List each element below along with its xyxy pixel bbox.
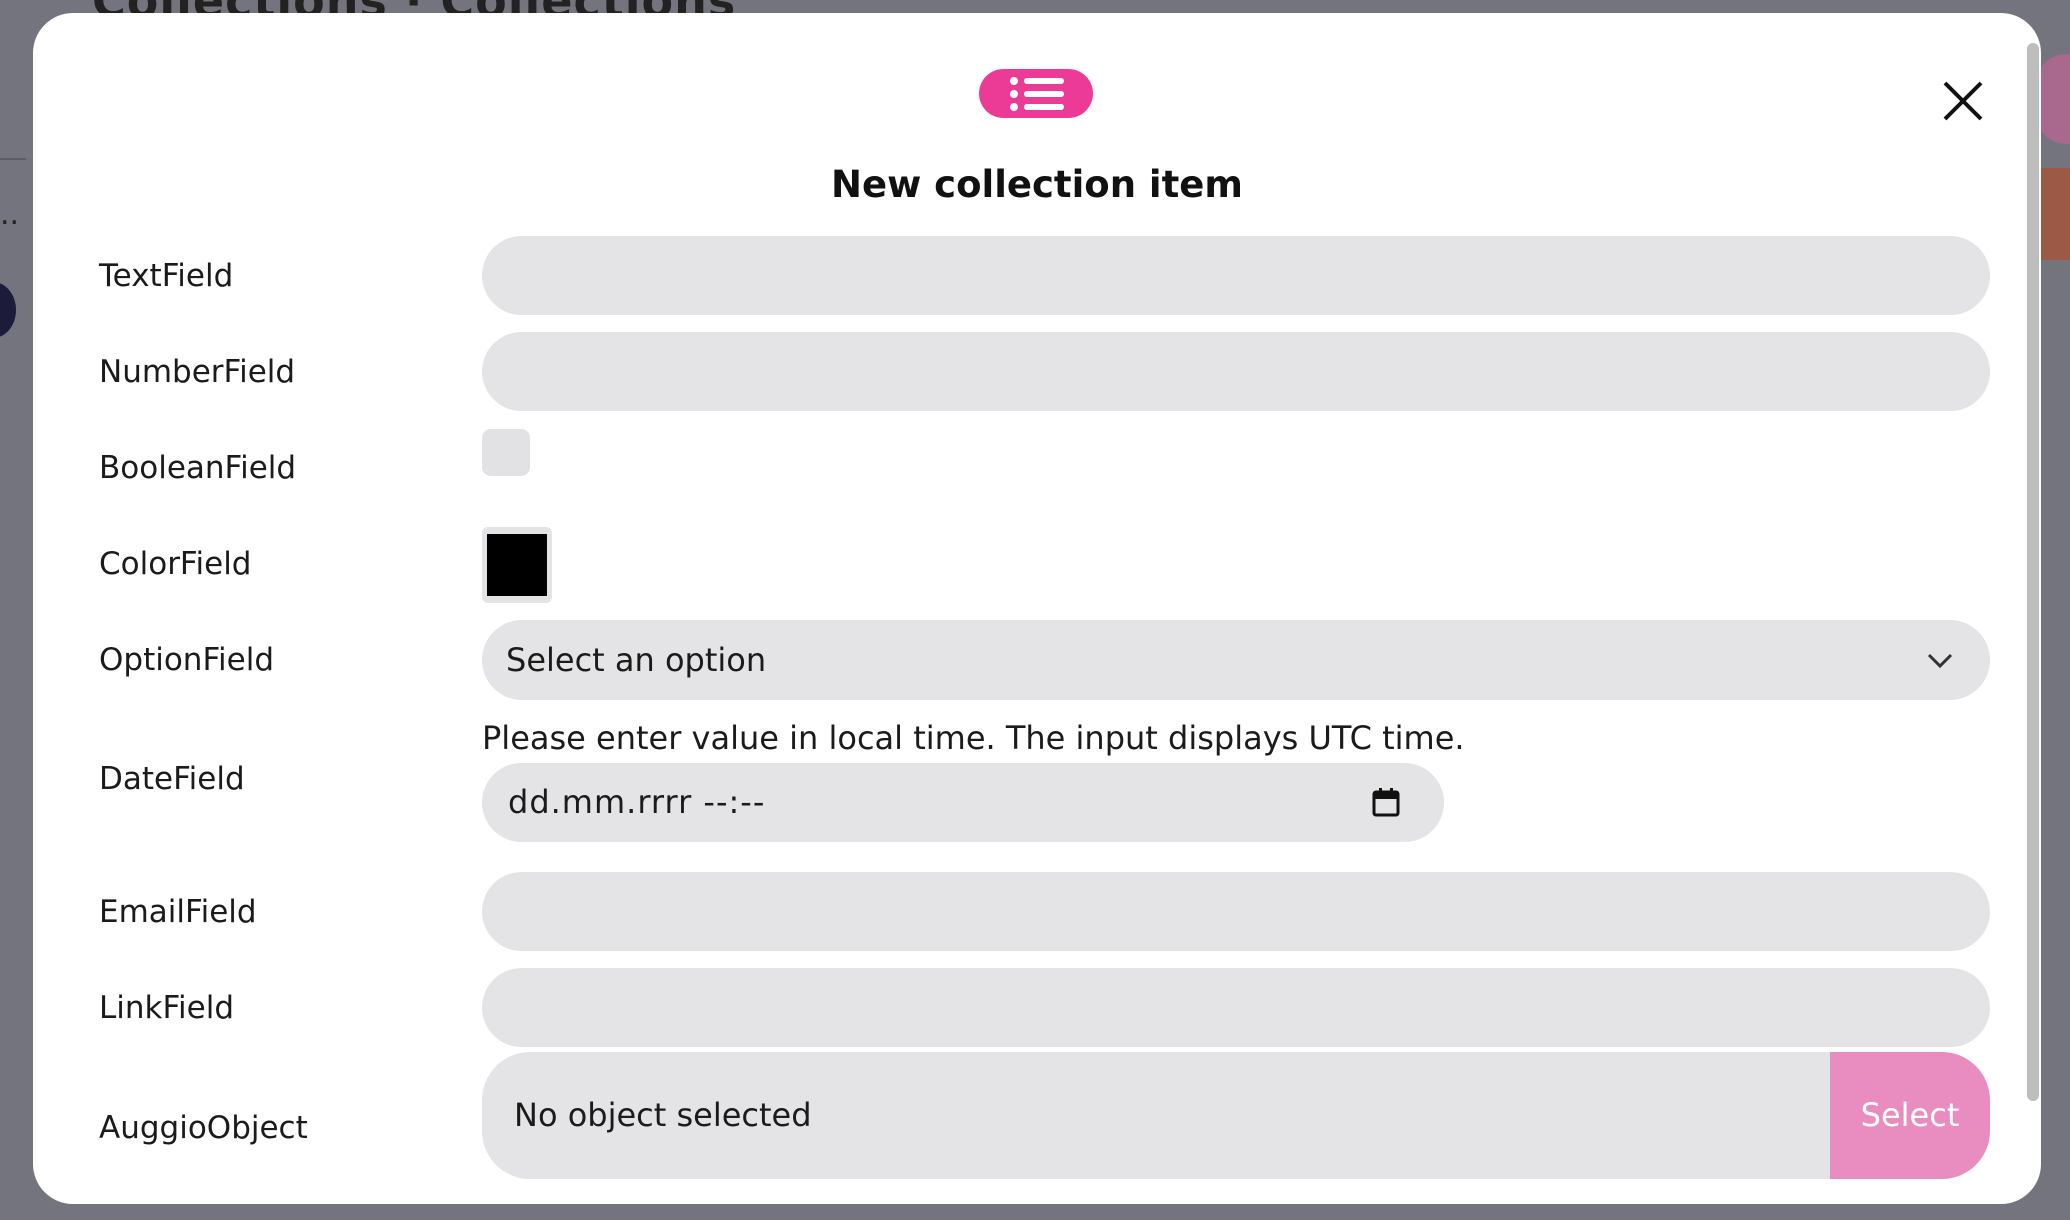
boolean-field-checkbox[interactable] bbox=[482, 429, 530, 476]
email-field-label: EmailField bbox=[99, 894, 257, 930]
option-field-label: OptionField bbox=[99, 642, 275, 678]
boolean-field-label: BooleanField bbox=[99, 450, 297, 486]
link-field-input[interactable] bbox=[482, 968, 1990, 1047]
date-field-label: DateField bbox=[99, 761, 245, 797]
date-field-hint: Please enter value in local time. The in… bbox=[482, 719, 1465, 757]
option-field-select[interactable]: Select an option bbox=[482, 620, 1990, 700]
chevron-down-icon bbox=[1927, 653, 1953, 669]
number-field-label: NumberField bbox=[99, 354, 296, 390]
text-field-label: TextField bbox=[99, 258, 234, 294]
text-field-input[interactable] bbox=[482, 236, 1990, 315]
background-overflow-marker: .. bbox=[0, 197, 20, 232]
link-field-label: LinkField bbox=[99, 990, 235, 1026]
modal-scrollbar-thumb[interactable] bbox=[2027, 43, 2039, 1101]
new-collection-item-modal: New collection item TextField NumberFiel… bbox=[33, 13, 2041, 1204]
color-field-label: ColorField bbox=[99, 546, 252, 582]
calendar-icon[interactable] bbox=[1372, 787, 1400, 817]
list-icon bbox=[979, 69, 1093, 118]
background-accent-button bbox=[2036, 54, 2070, 144]
number-field-input[interactable] bbox=[482, 332, 1990, 411]
color-field-picker[interactable] bbox=[482, 527, 552, 603]
modal-title: New collection item bbox=[831, 163, 1243, 206]
auggio-object-label: AuggioObject bbox=[99, 1110, 308, 1146]
auggio-object-select-button[interactable]: Select bbox=[1830, 1052, 1990, 1179]
auggio-object-picker: No object selected Select bbox=[482, 1052, 1990, 1179]
email-field-input[interactable] bbox=[482, 872, 1990, 951]
auggio-object-value: No object selected bbox=[514, 1096, 812, 1134]
color-swatch-fill bbox=[487, 534, 547, 596]
background-avatar bbox=[0, 282, 16, 338]
date-field-placeholder: dd.mm.rrrr --:-- bbox=[508, 783, 766, 821]
option-field-selected-value: Select an option bbox=[506, 641, 767, 679]
close-icon bbox=[1943, 81, 1983, 121]
close-button[interactable] bbox=[1933, 71, 1993, 131]
background-divider bbox=[0, 158, 26, 160]
background-accent-block bbox=[2040, 168, 2070, 260]
date-field-input[interactable]: dd.mm.rrrr --:-- bbox=[482, 763, 1444, 842]
